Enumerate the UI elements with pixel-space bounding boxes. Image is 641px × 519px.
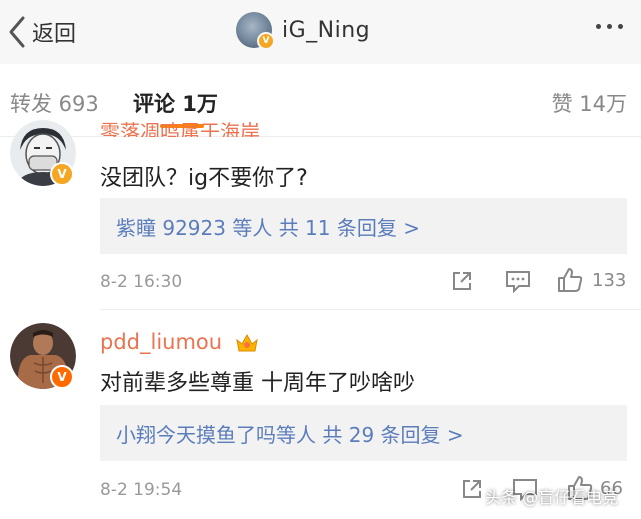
- verified-badge-icon: V: [50, 365, 74, 389]
- comment-author[interactable]: pdd_liumou: [100, 330, 259, 354]
- tab-repost[interactable]: 转发 693: [10, 88, 99, 118]
- comment-author-name: pdd_liumou: [100, 330, 223, 354]
- comment-icon[interactable]: [505, 269, 531, 293]
- replies-preview[interactable]: 小翔今天摸鱼了吗等人 共 29 条回复 >: [100, 405, 627, 461]
- comment-author-clipped: 零落凋鸣属于海岸: [100, 122, 400, 137]
- divider: [100, 309, 641, 310]
- avatar[interactable]: V: [236, 12, 275, 50]
- avatar[interactable]: V: [10, 323, 76, 389]
- comment-time: 8-2 16:30: [100, 272, 183, 292]
- like-icon[interactable]: [557, 267, 583, 293]
- comment-text: 没团队？ig不要你了?: [100, 166, 308, 191]
- crown-badge-icon: [236, 333, 258, 352]
- comment-author-name[interactable]: 零落凋鸣属于海岸: [100, 122, 260, 137]
- verified-badge-icon: V: [257, 32, 275, 50]
- like-count: 133: [592, 270, 627, 291]
- replies-link[interactable]: 小翔今天摸鱼了吗等人 共 29 条回复 >: [116, 419, 464, 448]
- share-icon[interactable]: [460, 477, 484, 501]
- tab-likes[interactable]: 赞 14万: [552, 88, 627, 118]
- avatar[interactable]: V: [10, 120, 76, 186]
- back-label: 返回: [32, 22, 77, 47]
- more-options-icon[interactable]: [596, 24, 623, 29]
- back-button[interactable]: 返回: [6, 14, 76, 50]
- chevron-left-icon: [9, 16, 25, 48]
- watermark-text: 头条 @盲仔看电竞: [485, 488, 619, 507]
- replies-link[interactable]: 紫瞳 92923 等人 共 11 条回复 >: [116, 212, 420, 241]
- top-nav-bar: 返回 V iG_Ning: [0, 0, 641, 64]
- share-icon[interactable]: [450, 269, 474, 293]
- tab-comments[interactable]: 评论 1万: [133, 88, 218, 118]
- comment-text: 对前辈多些尊重 十周年了吵啥吵: [100, 371, 415, 396]
- profile-username: iG_Ning: [282, 17, 371, 43]
- comment-time: 8-2 19:54: [100, 480, 183, 500]
- verified-badge-icon: V: [50, 162, 74, 186]
- replies-preview[interactable]: 紫瞳 92923 等人 共 11 条回复 >: [100, 198, 627, 254]
- profile-header[interactable]: V iG_Ning: [236, 12, 371, 50]
